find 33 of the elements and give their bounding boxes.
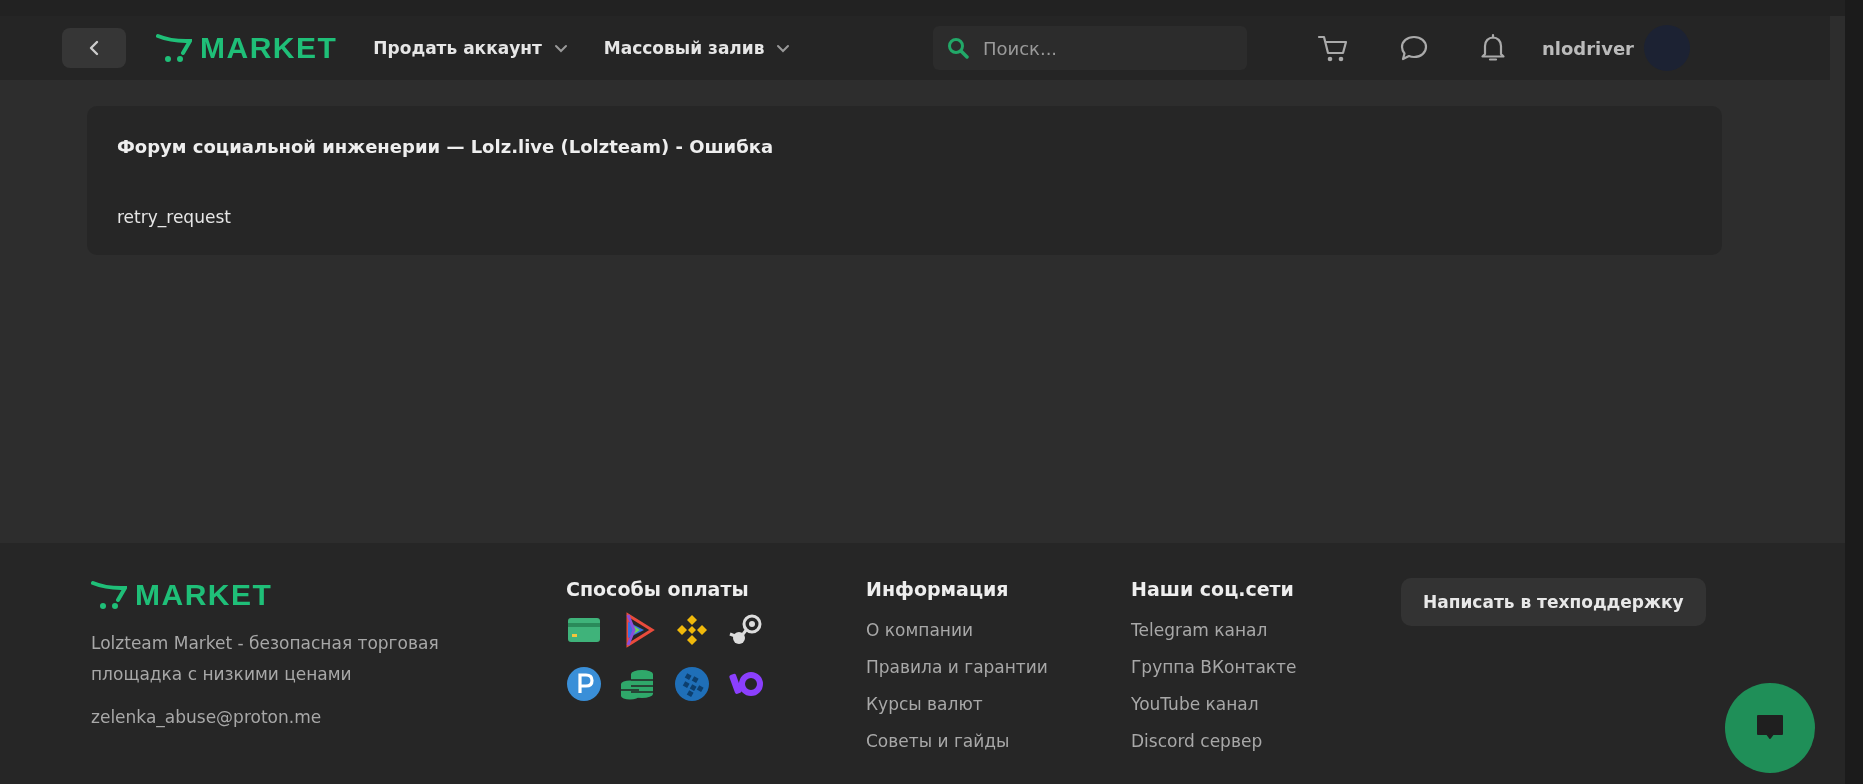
nav-dropdown[interactable]: Массовый залив <box>603 38 791 58</box>
logo-text[interactable]: MARKET <box>135 578 273 612</box>
cart-icon[interactable] <box>1316 33 1349 63</box>
footer-link[interactable]: Советы и гайды <box>866 723 1010 760</box>
globe-grid-icon <box>674 666 710 702</box>
error-message: retry_request <box>117 207 232 227</box>
nav-dropdown[interactable]: Продать аккаунт <box>373 38 568 58</box>
search-icon <box>946 37 969 59</box>
error-title: Форум социальной инженерии — Lolz.live (Lolzteam) - Ошибка <box>117 136 775 157</box>
footer-link[interactable]: Группа ВКонтакте <box>1131 649 1297 686</box>
footer-heading: Наши соц.сети <box>1131 578 1294 600</box>
footer-heading: Информация <box>866 578 1009 600</box>
chat-bubble-icon[interactable] <box>1398 34 1429 62</box>
chevron-down-icon <box>776 43 791 53</box>
bell-icon[interactable] <box>1478 33 1507 63</box>
footer-link[interactable]: Курсы валют <box>866 686 983 723</box>
cart-logo-icon <box>156 33 192 63</box>
logo-text[interactable]: MARKET <box>200 31 338 65</box>
footer-heading: Способы оплаты <box>566 578 750 600</box>
cart-logo-icon <box>91 580 127 610</box>
chevron-down-icon <box>553 43 568 53</box>
username[interactable]: nlodriver <box>1541 37 1634 59</box>
footer-link[interactable]: YouTube канал <box>1131 686 1259 723</box>
footer-link[interactable]: Правила и гарантии <box>866 649 1048 686</box>
footer-link[interactable]: Telegram канал <box>1131 612 1268 649</box>
letter-p-circle-icon <box>566 666 602 702</box>
chevron-left-icon <box>89 40 99 56</box>
footer-description: Lolzteam Market - безопасная торговая площадка с низкими ценами <box>91 632 440 686</box>
footer-link[interactable]: Discord сервер <box>1131 723 1263 760</box>
footer-link[interactable]: О компании <box>866 612 974 649</box>
contact-email: zelenka_abuse@proton.me <box>91 706 323 730</box>
search-field[interactable]: Поиск... <box>932 26 1247 70</box>
support-button[interactable]: Написать в техподдержку <box>1401 578 1706 626</box>
